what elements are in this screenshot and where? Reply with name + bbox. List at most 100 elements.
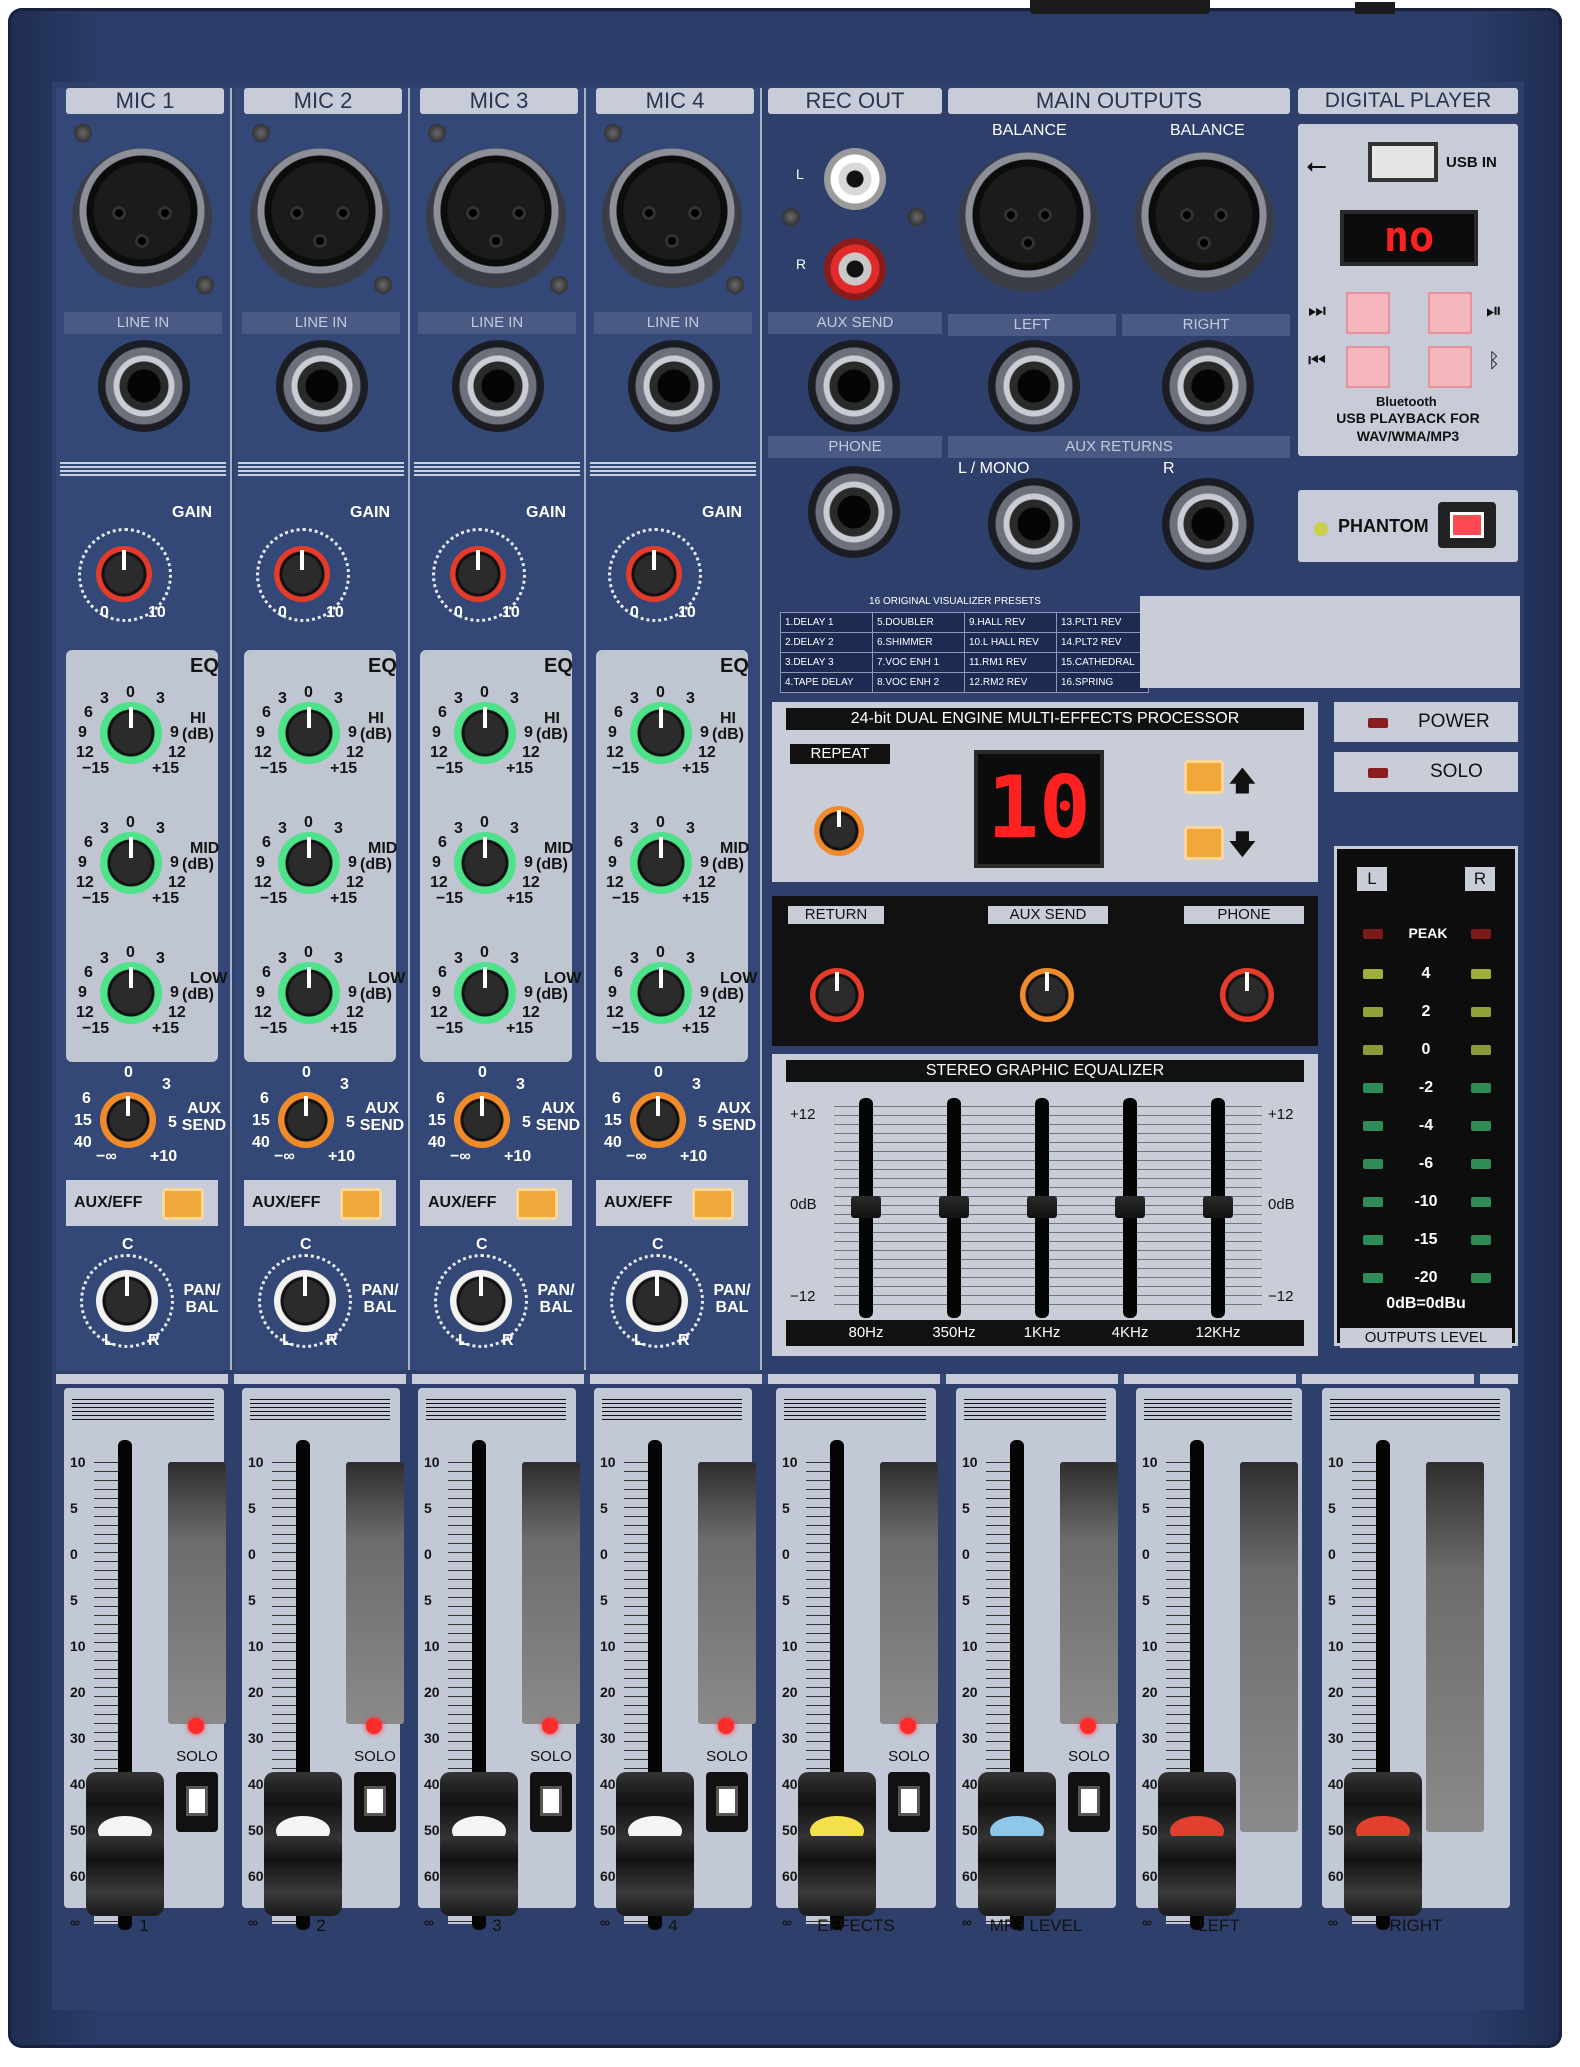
eq-mid-knob[interactable] (630, 832, 692, 894)
aux-eff-button[interactable] (692, 1188, 734, 1220)
mic-xlr-input[interactable] (250, 148, 390, 288)
solo-button[interactable] (176, 1772, 218, 1832)
fader-hatch (250, 1396, 390, 1420)
aux-send-knob[interactable] (278, 1092, 334, 1148)
line-in-jack[interactable] (452, 340, 544, 432)
solo-button[interactable] (354, 1772, 396, 1832)
eq-tick: 3 (510, 690, 519, 707)
fader-scale-label: 10 (600, 1454, 616, 1470)
aux-send-jack[interactable] (808, 340, 900, 432)
geq-slider-350Hz[interactable] (939, 1196, 969, 1218)
fader-scale-label: 10 (1328, 1638, 1344, 1654)
aux-return-l-mono-label: L / MONO (958, 460, 1030, 477)
pan-center: C (300, 1236, 312, 1253)
eq-low-label: LOW (720, 970, 758, 987)
preset-down-button[interactable] (1184, 826, 1224, 860)
aux-return-r-jack[interactable] (1162, 478, 1254, 570)
usb-port[interactable] (1368, 142, 1438, 182)
pan-right: R (502, 1332, 514, 1349)
eq-hi-knob[interactable] (454, 702, 516, 764)
fader-divider (56, 1374, 1518, 1384)
main-out-left-jack[interactable] (988, 340, 1080, 432)
solo-led (542, 1718, 558, 1734)
main-out-right-xlr[interactable] (1134, 152, 1274, 292)
rec-out-l-jack[interactable] (824, 148, 886, 210)
eq-tick: 0 (480, 684, 489, 701)
eq-mid-knob[interactable] (454, 832, 516, 894)
aux-eff-button[interactable] (162, 1188, 204, 1220)
fader-scale-label: 20 (248, 1684, 264, 1700)
aux-send-knob[interactable] (454, 1092, 510, 1148)
geq-zero-right: 0dB (1268, 1196, 1295, 1213)
eq-tick: 9 (170, 854, 179, 871)
screw (428, 124, 446, 142)
solo-button[interactable] (1068, 1772, 1110, 1832)
screw (252, 124, 270, 142)
channel-name: MIC 1 (66, 88, 224, 114)
eq-low-knob[interactable] (630, 962, 692, 1024)
repeat-knob[interactable] (814, 806, 864, 856)
solo-button[interactable] (530, 1772, 572, 1832)
main-out-left-xlr[interactable] (958, 152, 1098, 292)
preset-up-button[interactable] (1184, 760, 1224, 794)
aux-return-l-jack[interactable] (988, 478, 1080, 570)
screw (74, 124, 92, 142)
solo-led (900, 1718, 916, 1734)
phone-level-knob[interactable] (1220, 968, 1274, 1022)
line-in-jack[interactable] (276, 340, 368, 432)
mic-xlr-input[interactable] (72, 148, 212, 288)
eq-tick: 0 (304, 814, 313, 831)
eq-mid-knob[interactable] (278, 832, 340, 894)
main-out-right-jack[interactable] (1162, 340, 1254, 432)
phantom-button[interactable] (1438, 502, 1496, 548)
return-knob[interactable] (810, 968, 864, 1022)
geq-slider-12KHz[interactable] (1203, 1196, 1233, 1218)
eq-tick: 6 (614, 964, 623, 981)
eq-tick: 9 (170, 984, 179, 1001)
phone-jack[interactable] (808, 466, 900, 558)
eq-max: +15 (506, 1020, 534, 1037)
aux-eff-button[interactable] (340, 1188, 382, 1220)
line-in-jack[interactable] (628, 340, 720, 432)
eq-mid-knob[interactable] (100, 832, 162, 894)
aux-tick: 0 (654, 1064, 663, 1081)
bluetooth-button[interactable] (1428, 346, 1472, 388)
fader-scale-label: 60 (600, 1868, 616, 1884)
aux-send-fx-knob[interactable] (1020, 968, 1074, 1022)
aux-send-knob[interactable] (630, 1092, 686, 1148)
line-in-jack[interactable] (98, 340, 190, 432)
eq-low-knob[interactable] (454, 962, 516, 1024)
eq-min: −15 (260, 1020, 288, 1037)
mic-xlr-input[interactable] (602, 148, 742, 288)
meter-led-left (1363, 1273, 1383, 1283)
play-pause-button[interactable] (1428, 292, 1472, 334)
geq-slider-4KHz[interactable] (1115, 1196, 1145, 1218)
gain-max: 10 (326, 604, 344, 621)
prev-track-button[interactable] (1346, 346, 1390, 388)
geq-slider-80Hz[interactable] (851, 1196, 881, 1218)
mic-xlr-input[interactable] (426, 148, 566, 288)
fader-label: 2 (316, 1916, 326, 1935)
fader-scale-label: 60 (962, 1868, 978, 1884)
geq-minus12-left: −12 (790, 1288, 816, 1305)
fader-scale-label: 5 (248, 1500, 256, 1516)
meter-led-right (1471, 1273, 1491, 1283)
aux-tick: 3 (516, 1076, 525, 1093)
next-track-button[interactable] (1346, 292, 1390, 334)
geq-slider-1KHz[interactable] (1027, 1196, 1057, 1218)
eq-low-knob[interactable] (278, 962, 340, 1024)
line-in-label: LINE IN (242, 312, 400, 334)
solo-button[interactable] (706, 1772, 748, 1832)
eq-hi-knob[interactable] (100, 702, 162, 764)
solo-button[interactable] (888, 1772, 930, 1832)
aux-send-label: AUX SEND (535, 1100, 581, 1134)
aux-send-knob[interactable] (100, 1092, 156, 1148)
eq-low-knob[interactable] (100, 962, 162, 1024)
eq-hi-knob[interactable] (278, 702, 340, 764)
gain-label: GAIN (172, 504, 212, 521)
aux-eff-button[interactable] (516, 1188, 558, 1220)
rec-out-r-jack[interactable] (824, 238, 886, 300)
eq-hi-knob[interactable] (630, 702, 692, 764)
aux-max: +10 (504, 1148, 532, 1165)
fader-cap-body (440, 1836, 518, 1916)
